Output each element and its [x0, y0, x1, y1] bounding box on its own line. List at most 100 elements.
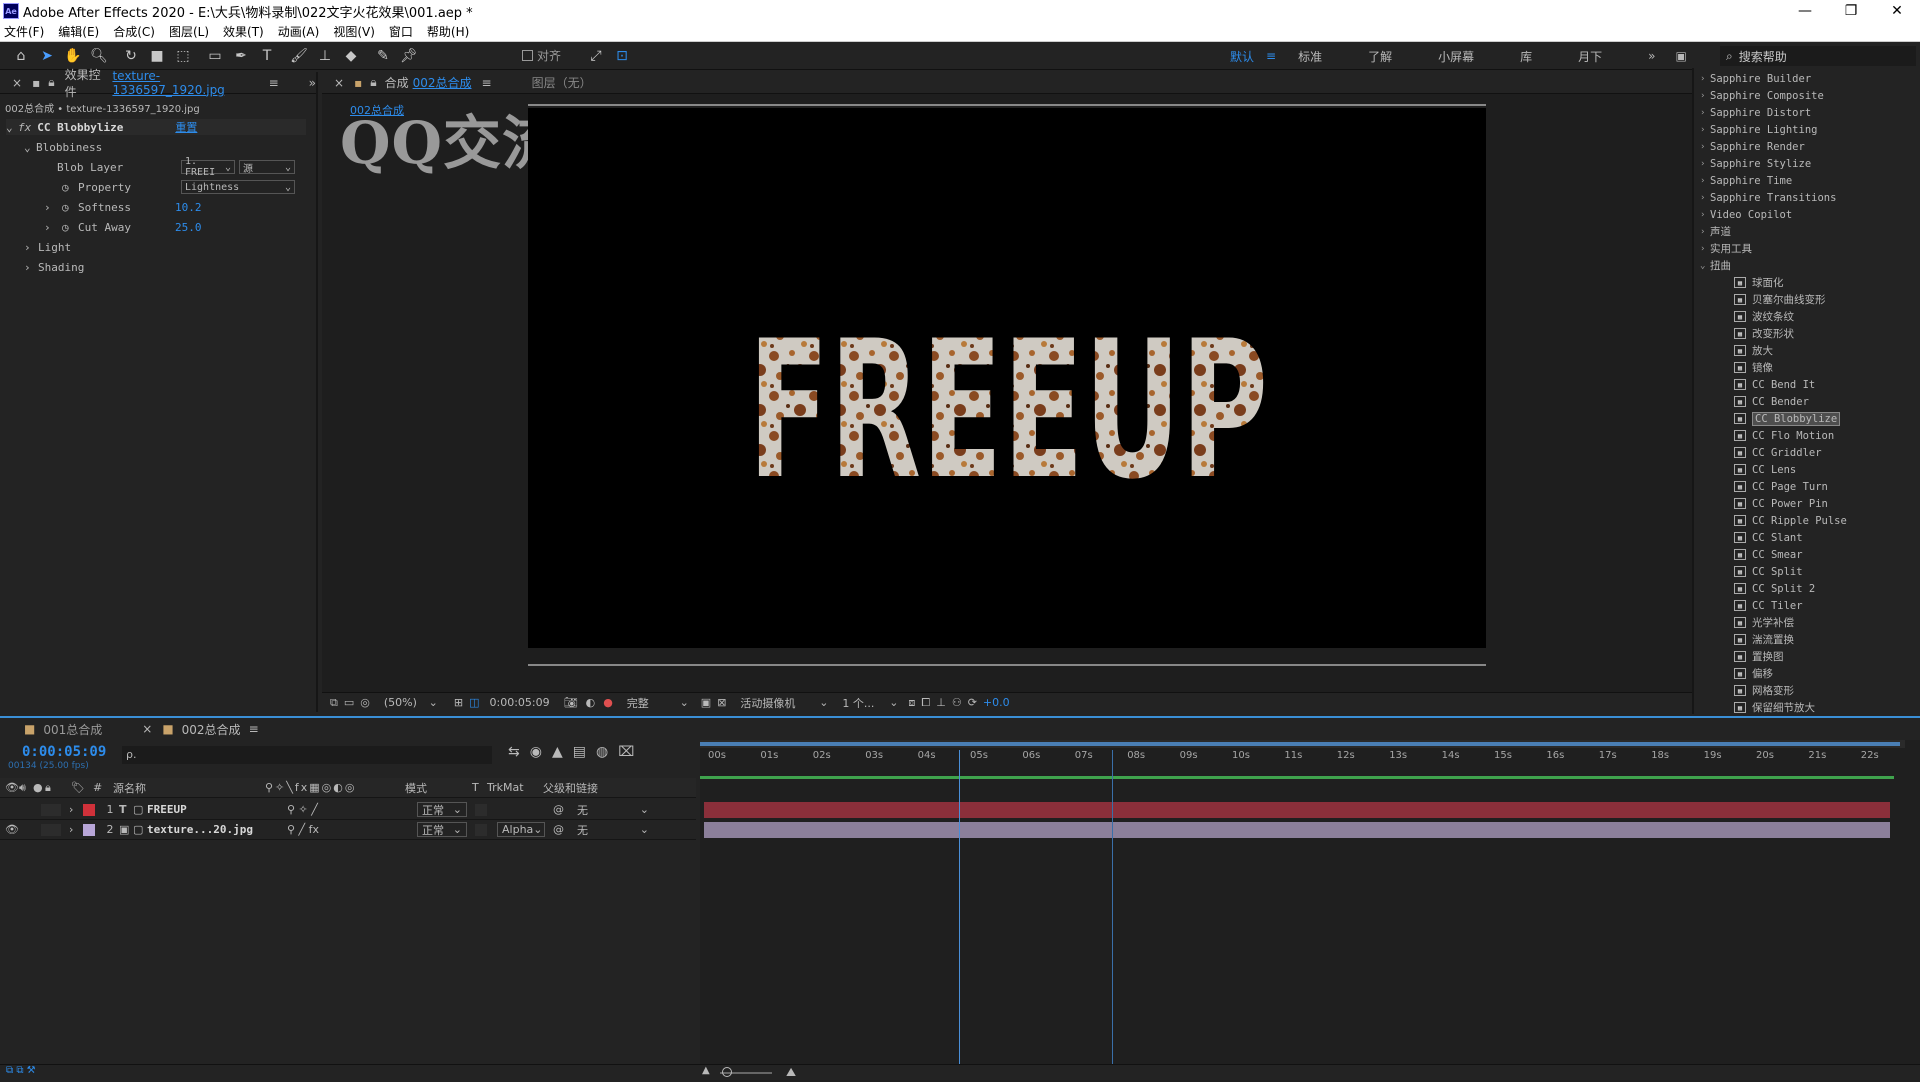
layer-label-color[interactable] — [83, 803, 95, 816]
workspace-custom[interactable]: 月下 — [1578, 48, 1602, 65]
workspace-overflow-icon[interactable]: » — [1648, 49, 1655, 63]
effect-item[interactable]: ▦ 网格变形 — [1694, 682, 1920, 699]
effect-category[interactable]: ⌄ 扭曲 — [1694, 257, 1920, 274]
effect-category[interactable]: › Sapphire Render — [1694, 138, 1920, 155]
effect-item[interactable]: ▦ 波纹条纹 — [1694, 308, 1920, 325]
twirl-closed-icon[interactable]: › — [69, 803, 83, 816]
views-dropdown[interactable]: 1 个... ⌄ — [838, 695, 902, 710]
group-shading[interactable]: › Shading — [24, 259, 84, 275]
fit-icon[interactable]: ⊞ — [454, 696, 463, 709]
camera-tool-icon[interactable]: ■ — [146, 45, 168, 67]
menu-layer[interactable]: 图层(L) — [169, 23, 209, 40]
type-tool-icon[interactable]: T — [256, 45, 278, 67]
timeline-timecode[interactable]: 0:00:05:09 — [22, 744, 106, 760]
brush-tool-icon[interactable]: 🖌︎ — [288, 45, 310, 67]
stopwatch-icon[interactable]: ◷ — [62, 201, 78, 214]
timeline-tab-002[interactable]: 002总合成 — [182, 721, 241, 738]
effect-header-row[interactable]: ⌄ fx CC Blobbylize 重置 — [6, 119, 306, 135]
switches-header-icon[interactable]: ⚲✧╲fx▦◎◐◎ — [265, 781, 405, 794]
layer-row[interactable]: 👁︎ › 2 ▣ ▢ texture...20.jpg ⚲ ╱ fx 正常 ⌄ Alpha ⌄ @ 无 ⌄ — [0, 820, 696, 840]
audio-icon[interactable]: 🔊︎ — [19, 781, 33, 795]
layer-switches-icon[interactable]: ⚲ ╱ fx — [287, 823, 417, 836]
effect-item[interactable]: ▦ CC Split — [1694, 563, 1920, 580]
effect-item[interactable]: ▦ 改变形状 — [1694, 325, 1920, 342]
pen-tool-icon[interactable]: ✒ — [230, 45, 252, 67]
effect-category[interactable]: › Sapphire Transitions — [1694, 189, 1920, 206]
blob-layer-source-dropdown[interactable]: 源 ⌄ — [239, 160, 295, 175]
menu-effect[interactable]: 效果(T) — [223, 23, 264, 40]
fast-previews-icon[interactable]: ⧠ — [921, 696, 930, 710]
menu-help[interactable]: 帮助(H) — [427, 23, 469, 40]
effect-item[interactable]: ▦ CC Page Turn — [1694, 478, 1920, 495]
effect-category[interactable]: › Sapphire Composite — [1694, 87, 1920, 104]
workspace-menu-icon[interactable]: ≡ — [1266, 49, 1276, 63]
reset-link[interactable]: 重置 — [175, 119, 197, 135]
effect-item[interactable]: ▦ 贝塞尔曲线变形 — [1694, 291, 1920, 308]
work-area-bar[interactable] — [700, 740, 1905, 748]
composition-tab-name[interactable]: 002总合成 — [413, 74, 472, 91]
lock-icon[interactable]: 🔒︎ — [48, 75, 54, 90]
property-dropdown[interactable]: Lightness ⌄ — [181, 180, 295, 194]
panel-menu-icon[interactable]: ≡ — [269, 76, 279, 90]
layer-name[interactable]: texture...20.jpg — [147, 823, 287, 836]
menu-window[interactable]: 窗口 — [389, 23, 413, 40]
timeline-track-area[interactable]: 00s 01s 02s 03s 04s 05s 06s 07s 08s 09s 10s 11s 12s 1… — [700, 740, 1920, 1082]
layer-duration-bar[interactable] — [704, 802, 1890, 818]
exposure-value[interactable]: +0.0 — [983, 696, 1010, 709]
effect-item[interactable]: ▦ CC Split 2 — [1694, 580, 1920, 597]
layer-search-input[interactable]: ρ. — [122, 746, 492, 764]
col-trkmat[interactable]: TrkMat — [487, 781, 543, 794]
composition-viewer[interactable]: 002总合成 QQ交流群:1162793646 FRE — [322, 94, 1692, 692]
effect-item[interactable]: ▦ 置换图 — [1694, 648, 1920, 665]
fx-icon[interactable]: fx — [18, 121, 31, 134]
show-snapshot-icon[interactable]: ◐ — [586, 696, 596, 709]
region-of-interest-icon[interactable]: ▣ — [701, 696, 711, 709]
group-blobbiness[interactable]: ⌄ Blobbiness — [24, 139, 102, 155]
layer-parent-dropdown[interactable]: 无 ⌄ — [573, 802, 653, 817]
effect-item[interactable]: ▦ CC Slant — [1694, 529, 1920, 546]
workspace-default[interactable]: 默认 — [1230, 48, 1254, 65]
effect-item[interactable]: ▦ CC Lens — [1694, 461, 1920, 478]
effect-item[interactable]: ▦ 保留细节放大 — [1694, 699, 1920, 714]
motion-blur-icon[interactable]: ◍ — [596, 744, 608, 760]
quality-dropdown[interactable]: 完整 ⌄ — [623, 695, 693, 710]
zoom-in-icon[interactable]: ⛰︎ — [786, 1065, 796, 1080]
close-tab-icon[interactable]: × — [142, 722, 152, 736]
stopwatch-icon[interactable]: ◷ — [62, 181, 78, 194]
minimize-button[interactable]: — — [1782, 0, 1828, 22]
effect-category[interactable]: › 声道 — [1694, 223, 1920, 240]
effect-item[interactable]: ▦ CC Smear — [1694, 546, 1920, 563]
frame-blending-icon[interactable]: ▤ — [573, 744, 586, 760]
preserve-transparency-toggle[interactable] — [475, 803, 487, 816]
effect-item[interactable]: ▦ CC Power Pin — [1694, 495, 1920, 512]
draft-3d-icon[interactable]: ◉ — [530, 744, 542, 760]
graph-editor-icon[interactable]: ⌧ — [618, 744, 634, 760]
effect-controls-tab[interactable]: × ▪ 🔒︎ 效果控件 texture-1336597_1920.jpg ≡ » — [0, 68, 316, 99]
layer-trkmat-dropdown[interactable]: Alpha ⌄ — [497, 822, 545, 837]
effect-item[interactable]: ▦ CC Ripple Pulse — [1694, 512, 1920, 529]
zoom-tool-icon[interactable]: 🔍︎ — [88, 45, 110, 67]
always-preview-icon[interactable]: ⧉ — [330, 696, 338, 710]
rotate-tool-icon[interactable]: ↻ — [120, 45, 142, 67]
workspace-small-screen[interactable]: 小屏幕 — [1438, 48, 1474, 65]
pick-whip-icon[interactable]: @ — [553, 803, 573, 816]
time-ruler[interactable]: 00s 01s 02s 03s 04s 05s 06s 07s 08s 09s 10s 11s 12s 1… — [700, 750, 1905, 776]
search-help-input[interactable]: ⌕ 搜索帮助 — [1720, 46, 1916, 66]
softness-value[interactable]: 10.2 — [175, 201, 202, 214]
monitor-icon[interactable]: ▭ — [344, 696, 354, 709]
camera-dropdown[interactable]: 活动摄像机 ⌄ — [736, 695, 832, 710]
panel-expand-icon[interactable]: » — [309, 76, 316, 90]
workspace-libraries[interactable]: 库 — [1520, 48, 1532, 65]
pan-behind-tool-icon[interactable]: ⬚ — [172, 45, 194, 67]
panel-toggle-icon[interactable]: ▣ — [1676, 49, 1687, 63]
home-icon[interactable]: ⌂ — [10, 45, 32, 67]
col-source-name[interactable]: 源名称 — [113, 780, 265, 796]
hand-tool-icon[interactable]: ✋ — [62, 45, 84, 67]
menu-view[interactable]: 视图(V) — [333, 23, 375, 40]
layer-row[interactable]: › 1 T ▢ FREEUP ⚲ ✧ ╱ 正常 ⌄ @ 无 ⌄ — [0, 800, 696, 820]
playhead[interactable] — [958, 750, 960, 1068]
layer-tab[interactable]: 图层（无） — [532, 74, 592, 91]
slider-handle-icon[interactable] — [722, 1067, 732, 1077]
comp-mini-flowchart-icon[interactable]: ⇆ — [508, 744, 520, 760]
effect-item[interactable]: ▦ 湍流置换 — [1694, 631, 1920, 648]
